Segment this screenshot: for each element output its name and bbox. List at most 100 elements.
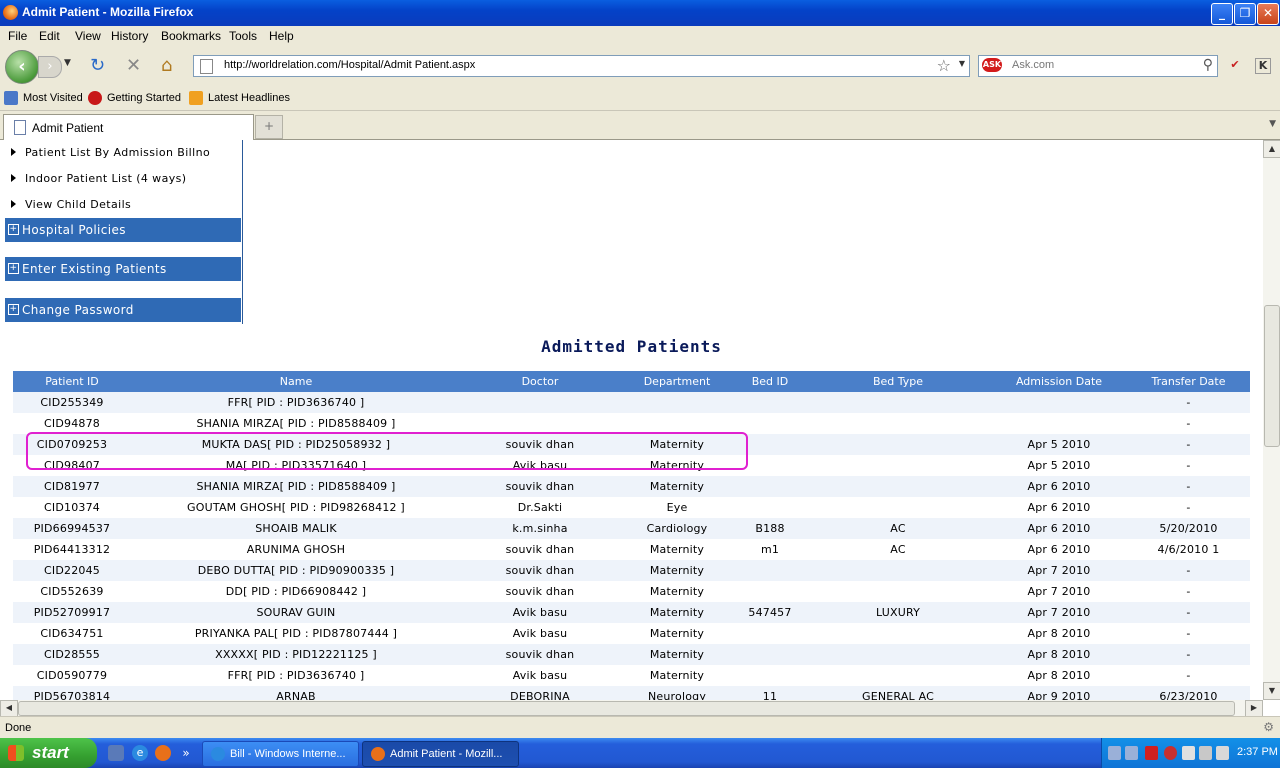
table-cell: CID10374 [44, 501, 100, 514]
navigation-toolbar: ‹ › ▼ ↻ ✕ ⌂ http://worldrelation.com/Hos… [0, 46, 1280, 88]
table-cell: - [1127, 434, 1250, 455]
table-row[interactable]: PID52709917 SOURAV GUIN Avik basu Maternity… [13, 602, 1250, 623]
task-firefox-admit-patient[interactable]: Admit Patient - Mozill... [362, 741, 519, 767]
addon-icon[interactable]: ✔ [1228, 58, 1242, 72]
table-cell [735, 497, 805, 518]
horizontal-scrollbar[interactable]: ◀ ▶ [0, 700, 1263, 717]
search-icon[interactable]: ⚲ [1203, 57, 1213, 73]
bookmark-star-icon[interactable]: ☆ [937, 56, 951, 75]
firefox-icon [3, 5, 18, 20]
task-ie-bill[interactable]: Bill - Windows Interne... [202, 741, 359, 767]
bookmarks-toolbar: Most Visited Getting Started Latest Head… [0, 88, 1280, 111]
sidebar-section-enter-existing-patients[interactable]: + Enter Existing Patients [5, 257, 241, 281]
antivirus-icon[interactable] [1145, 746, 1158, 760]
bookmark-most-visited[interactable]: Most Visited [23, 92, 83, 104]
internet-explorer-icon [211, 747, 225, 761]
search-box[interactable]: ASK Ask.com ⚲ [978, 55, 1218, 77]
table-cell: Cardiology [619, 518, 735, 539]
bookmark-latest-headlines[interactable]: Latest Headlines [208, 92, 290, 104]
minimize-button[interactable]: _ [1211, 3, 1233, 25]
ask-engine-icon[interactable]: ASK [982, 58, 1002, 72]
table-row[interactable]: CID634751 PRIYANKA PAL[ PID : PID87807444… [13, 623, 1250, 644]
search-placeholder: Ask.com [1012, 59, 1055, 71]
scroll-up-icon[interactable]: ▲ [1263, 140, 1280, 158]
network-icon[interactable] [1108, 746, 1121, 760]
url-dropdown-icon[interactable]: ▼ [959, 59, 965, 68]
table-row[interactable]: CID28555 XXXXX[ PID : PID12221125 ] souvik… [13, 644, 1250, 665]
url-bar[interactable]: http://worldrelation.com/Hospital/Admit … [193, 55, 970, 77]
table-row[interactable]: CID10374 GOUTAM GHOSH[ PID : PID98268412 … [13, 497, 1250, 518]
table-row[interactable]: CID22045 DEBO DUTTA[ PID : PID90900335 ] s… [13, 560, 1250, 581]
table-row[interactable]: CID552639 DD[ PID : PID66908442 ] souvik d… [13, 581, 1250, 602]
table-row[interactable]: PID64413312 ARUNIMA GHOSH souvik dhan Mater… [13, 539, 1250, 560]
table-cell: 6/23/2010 [1127, 686, 1250, 700]
table-cell: - [1186, 417, 1191, 430]
home-icon[interactable]: ⌂ [161, 56, 172, 76]
menu-history[interactable]: History [111, 29, 148, 43]
table-row[interactable]: PID56703814 ARNAB DEBORINA Neurology 11 GENER… [13, 686, 1250, 700]
table-row[interactable]: CID255349 FFR[ PID : PID3636740 ] - [13, 392, 1250, 413]
quicklaunch-more-icon[interactable]: » [178, 745, 194, 761]
table-cell: Apr 7 2010 [991, 560, 1127, 581]
maximize-button[interactable]: ❐ [1234, 3, 1256, 25]
sidebar-link-patient-list-billno[interactable]: Patient List By Admission Billno [11, 146, 210, 159]
tab-label: Admit Patient [32, 121, 104, 135]
table-cell: CID0590779 [36, 669, 108, 682]
menu-file[interactable]: File [8, 29, 27, 43]
sidebar-link-indoor-patient-list[interactable]: Indoor Patient List (4 ways) [11, 172, 186, 185]
firefox-quicklaunch-icon[interactable] [155, 745, 171, 761]
table-cell: CID22045 [13, 560, 131, 581]
table-cell: Maternity [619, 644, 735, 665]
table-row[interactable]: CID94878 SHANIA MIRZA[ PID : PID8588409 ]… [13, 413, 1250, 434]
reload-icon[interactable]: ↻ [90, 56, 105, 76]
device-icon[interactable] [1182, 746, 1195, 760]
vertical-scroll-thumb[interactable] [1264, 305, 1280, 447]
history-dropdown-icon[interactable]: ▼ [64, 58, 71, 68]
scroll-right-icon[interactable]: ▶ [1245, 700, 1263, 717]
tab-admit-patient[interactable]: Admit Patient [3, 114, 254, 140]
sidebar-section-change-password[interactable]: + Change Password [5, 298, 241, 322]
printer-icon[interactable] [1199, 746, 1212, 760]
close-button[interactable]: ✕ [1257, 3, 1279, 25]
sidebar-section-hospital-policies[interactable]: + Hospital Policies [5, 218, 241, 242]
menu-help[interactable]: Help [269, 29, 294, 43]
table-cell: k.m.sinha [461, 518, 619, 539]
back-button[interactable]: ‹ [5, 50, 39, 84]
start-button[interactable]: start [0, 738, 97, 768]
horizontal-scroll-thumb[interactable] [18, 701, 1235, 716]
security-shield-icon[interactable] [1164, 746, 1177, 760]
menu-view[interactable]: View [75, 29, 101, 43]
window-titlebar: Admit Patient - Mozilla Firefox _ ❐ ✕ [0, 0, 1280, 26]
addon-k-icon[interactable]: K [1255, 58, 1271, 74]
stop-icon[interactable]: ✕ [126, 56, 141, 76]
show-desktop-icon[interactable] [108, 745, 124, 761]
scroll-down-icon[interactable]: ▼ [1263, 682, 1280, 700]
resize-grip-icon[interactable]: ⚙ [1263, 720, 1274, 734]
table-cell: 5/20/2010 [1127, 518, 1250, 539]
sidebar-link-view-child-details[interactable]: View Child Details [11, 198, 131, 211]
bookmark-getting-started[interactable]: Getting Started [107, 92, 181, 104]
network-icon-2[interactable] [1125, 746, 1138, 760]
table-cell: B188 [735, 518, 805, 539]
table-cell: Apr 6 2010 [991, 476, 1127, 497]
forward-button[interactable]: › [38, 56, 62, 78]
power-icon[interactable] [1216, 746, 1229, 760]
table-row[interactable]: CID0590779 FFR[ PID : PID3636740 ] Avik ba… [13, 665, 1250, 686]
table-cell: CID552639 [40, 585, 104, 598]
new-tab-button[interactable]: + [255, 115, 283, 139]
menu-edit[interactable]: Edit [39, 29, 60, 43]
internet-explorer-icon[interactable]: e [132, 745, 148, 761]
table-row[interactable]: CID81977 SHANIA MIRZA[ PID : PID8588409 ]… [13, 476, 1250, 497]
menu-bookmarks[interactable]: Bookmarks [161, 29, 221, 43]
column-header: Bed Type [805, 371, 991, 392]
table-cell [805, 413, 991, 434]
table-cell: Maternity [649, 585, 705, 598]
list-all-tabs-icon[interactable]: ▼ [1269, 119, 1276, 129]
table-row[interactable]: PID66994537 SHOAIB MALIK k.m.sinha Cardiolo… [13, 518, 1250, 539]
vertical-scrollbar[interactable]: ▲ ▼ [1263, 140, 1280, 700]
scroll-left-icon[interactable]: ◀ [0, 700, 18, 717]
menu-tools[interactable]: Tools [229, 29, 257, 43]
table-cell: AC [805, 518, 991, 539]
sidebar-link-label: View Child Details [25, 198, 132, 211]
table-cell: - [1127, 392, 1250, 413]
